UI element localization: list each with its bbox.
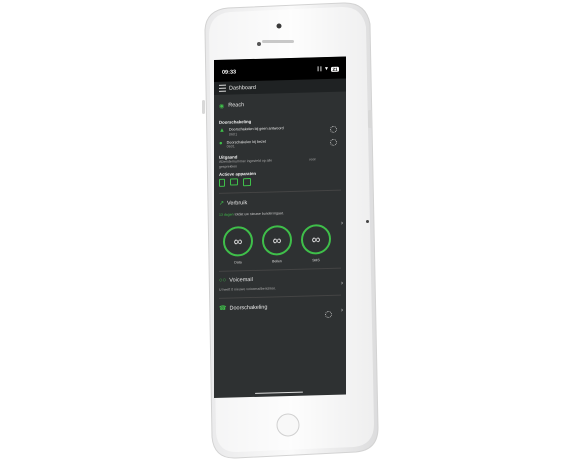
- outgoing-value: voor: [309, 157, 316, 162]
- device-mockup: 09:33 ∥∥ ▼ 21 Dashboard ◉ Reach Doorscha…: [0, 0, 576, 465]
- device-tablet-icon[interactable]: [243, 178, 251, 187]
- chevron-right-icon[interactable]: ›: [341, 221, 343, 227]
- home-indicator: [255, 391, 303, 394]
- reach-icon: ◉: [219, 103, 225, 110]
- loading-spinner-icon: [330, 138, 337, 146]
- divider: [219, 267, 341, 272]
- reach-card[interactable]: ◉ Reach: [214, 94, 346, 115]
- infinity-icon: ∞: [262, 224, 292, 256]
- volume-button: [202, 100, 205, 114]
- voicemail-icon: ○○: [219, 277, 227, 284]
- usage-data[interactable]: ∞ Data: [223, 225, 253, 265]
- infinity-icon: ∞: [301, 223, 331, 255]
- forwarding-title: Doorschakeling: [219, 119, 252, 125]
- usage-title: Verbruik: [227, 199, 248, 207]
- voicemail-text: U heeft 0 nieuwe voicemailberichten.: [219, 286, 277, 292]
- signal-icon: ∥∥: [317, 66, 323, 73]
- outgoing-text: Afzendernummer ingesteld op alle gesprek…: [219, 158, 273, 169]
- forwarding-item[interactable]: ▲ Doorschakelen bij geen antwoord 0601: [219, 125, 341, 138]
- outgoing-row[interactable]: Afzendernummer ingesteld op alle gesprek…: [219, 157, 341, 169]
- usage-circles: ∞ Data ∞ Bellen ∞ SMS: [223, 223, 331, 265]
- battery-icon: 21: [330, 66, 339, 72]
- usage-label: Data: [234, 260, 242, 265]
- divider: [219, 190, 341, 195]
- usage-text: 13 dagen totdat uw nieuwe bundel ingaat.: [219, 210, 341, 218]
- forwarding-item[interactable]: ● Doorschakelen bij bezet 0601: [219, 137, 341, 150]
- loading-spinner-icon: [325, 311, 332, 319]
- reach-label: Reach: [228, 102, 245, 109]
- usage-subtext: totdat uw nieuwe bundel ingaat.: [234, 211, 284, 217]
- page-title: Dashboard: [229, 84, 256, 92]
- side-dot: [366, 220, 369, 223]
- infinity-icon: ∞: [223, 225, 253, 257]
- forward-busy-icon: ●: [219, 140, 223, 147]
- forwarding2-title: Doorschakeling: [229, 304, 268, 312]
- voicemail-title: Voicemail: [229, 276, 253, 284]
- forwarding-item-label: Doorschakelen bij geen antwoord: [228, 126, 284, 132]
- phone-screen: 09:33 ∥∥ ▼ 21 Dashboard ◉ Reach Doorscha…: [214, 56, 346, 398]
- forwarding-section: Doorschakeling ▲ Doorschakelen bij geen …: [214, 117, 346, 188]
- usage-highlight: 13 dagen: [219, 212, 234, 218]
- usage-sms[interactable]: ∞ SMS: [301, 223, 331, 263]
- status-icons: ∥∥ ▼ 21: [317, 65, 339, 73]
- forwarding2-section[interactable]: ☎ Doorschakeling ›: [214, 302, 346, 319]
- divider: [219, 295, 341, 300]
- menu-icon[interactable]: [219, 84, 226, 92]
- camera-icon: [276, 23, 282, 29]
- devices-list: [219, 176, 341, 188]
- forwarding-item-number: 0601: [228, 132, 238, 137]
- speaker-grille: [262, 40, 294, 43]
- status-bar: 09:33 ∥∥ ▼ 21: [214, 56, 346, 82]
- voicemail-section[interactable]: ○○ Voicemail U heeft 0 nieuwe voicemailb…: [214, 274, 346, 292]
- usage-label: Bellen: [272, 259, 282, 264]
- usage-section[interactable]: ↗ Verbruik 13 dagen totdat uw nieuwe bun…: [214, 197, 346, 265]
- phone-forward-icon: ☎: [219, 306, 227, 313]
- chart-icon: ↗: [219, 201, 225, 208]
- home-button: [276, 413, 300, 437]
- status-time: 09:33: [222, 69, 237, 76]
- front-sensor: [257, 42, 261, 46]
- forward-no-answer-icon: ▲: [219, 127, 225, 134]
- usage-label: SMS: [312, 258, 320, 263]
- side-button: [368, 110, 372, 128]
- loading-spinner-icon: [330, 125, 337, 133]
- chevron-right-icon[interactable]: ›: [341, 281, 343, 287]
- forwarding-item-label: Doorschakelen bij bezet: [226, 139, 266, 145]
- wifi-icon: ▼: [324, 65, 329, 73]
- device-desktop-icon[interactable]: [230, 178, 238, 186]
- forwarding-item-number: 0601: [226, 144, 235, 150]
- usage-calls[interactable]: ∞ Bellen: [262, 224, 292, 264]
- device-phone-icon[interactable]: [219, 179, 225, 188]
- chevron-right-icon[interactable]: ›: [341, 308, 343, 314]
